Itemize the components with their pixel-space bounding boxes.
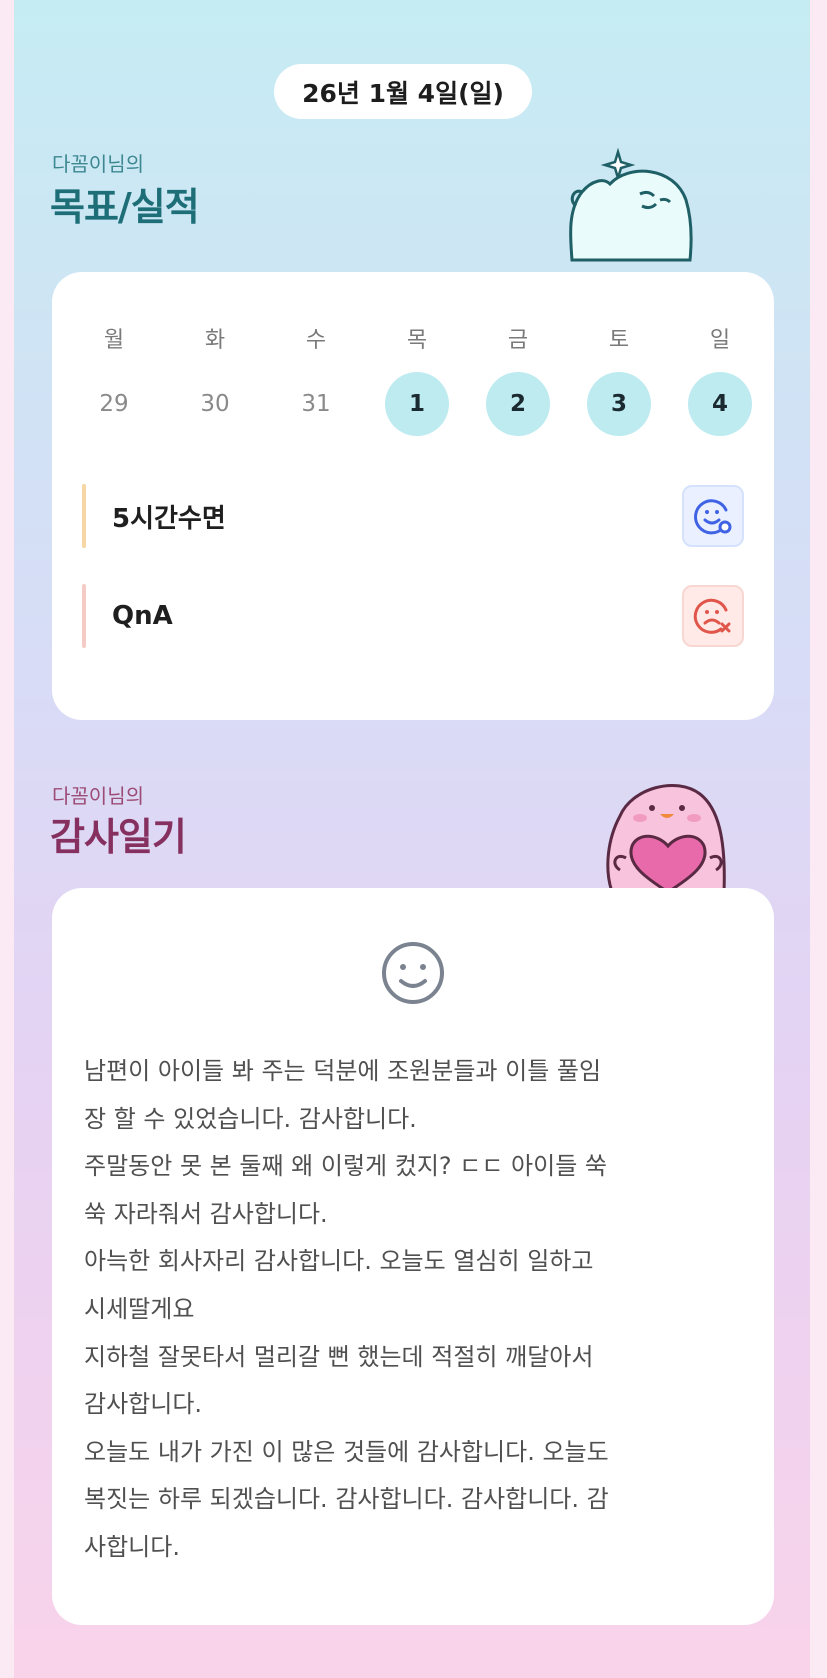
diary-subtitle: 다꼼이님의 — [52, 784, 144, 808]
ghost-mascot-icon — [569, 147, 693, 262]
weekday-label: 목 — [406, 328, 428, 353]
date-pill[interactable]: 26년 1월 4일(일) — [274, 64, 532, 119]
goal-color-bar — [82, 484, 86, 548]
goal-status-button[interactable] — [682, 485, 744, 547]
day-cell-active[interactable]: 3 — [587, 372, 651, 436]
day-cell-active[interactable]: 4 — [688, 372, 752, 436]
page-background: 26년 1월 4일(일) 다꼼이님의 목표/실적 월 화 수 목 금 토 일 2… — [14, 0, 810, 1678]
goal-item[interactable]: 5시간수면 — [82, 484, 744, 548]
smile-icon — [382, 942, 444, 1004]
diary-text: 남편이 아이들 봐 주는 덕분에 조원분들과 이틀 풀임 장 할 수 있었습니다… — [84, 1057, 609, 1561]
weekday-label: 금 — [507, 328, 529, 353]
diary-card: 남편이 아이들 봐 주는 덕분에 조원분들과 이틀 풀임 장 할 수 있었습니다… — [52, 888, 774, 1625]
pink-mascot-icon — [606, 784, 726, 892]
weekday-label: 토 — [608, 328, 630, 353]
day-cell-active[interactable]: 1 — [385, 372, 449, 436]
goal-label: 5시간수면 — [112, 503, 226, 534]
sad-face-x-icon — [693, 598, 731, 634]
goals-subtitle: 다꼼이님의 — [52, 152, 144, 176]
date-label: 26년 1월 4일(일) — [302, 78, 504, 108]
diary-title: 감사일기 — [50, 815, 187, 859]
day-cell[interactable]: 30 — [183, 372, 247, 436]
day-cell-active[interactable]: 2 — [486, 372, 550, 436]
goals-title: 목표/실적 — [50, 185, 200, 229]
weekday-label: 수 — [305, 328, 327, 353]
day-row: 29 30 31 1 2 3 4 — [82, 372, 752, 436]
goal-item[interactable]: QnA — [82, 584, 744, 648]
goal-status-button[interactable] — [682, 585, 744, 647]
goals-card: 월 화 수 목 금 토 일 29 30 31 1 2 3 4 5시간수면 QnA — [52, 272, 774, 720]
goal-label: QnA — [112, 601, 173, 631]
day-cell[interactable]: 31 — [284, 372, 348, 436]
weekday-row: 월 화 수 목 금 토 일 — [82, 322, 752, 354]
weekday-label: 화 — [204, 328, 226, 353]
goal-color-bar — [82, 584, 86, 648]
weekday-label: 일 — [709, 328, 731, 353]
happy-face-icon — [694, 499, 732, 535]
day-cell[interactable]: 29 — [82, 372, 146, 436]
weekday-label: 월 — [103, 328, 125, 353]
